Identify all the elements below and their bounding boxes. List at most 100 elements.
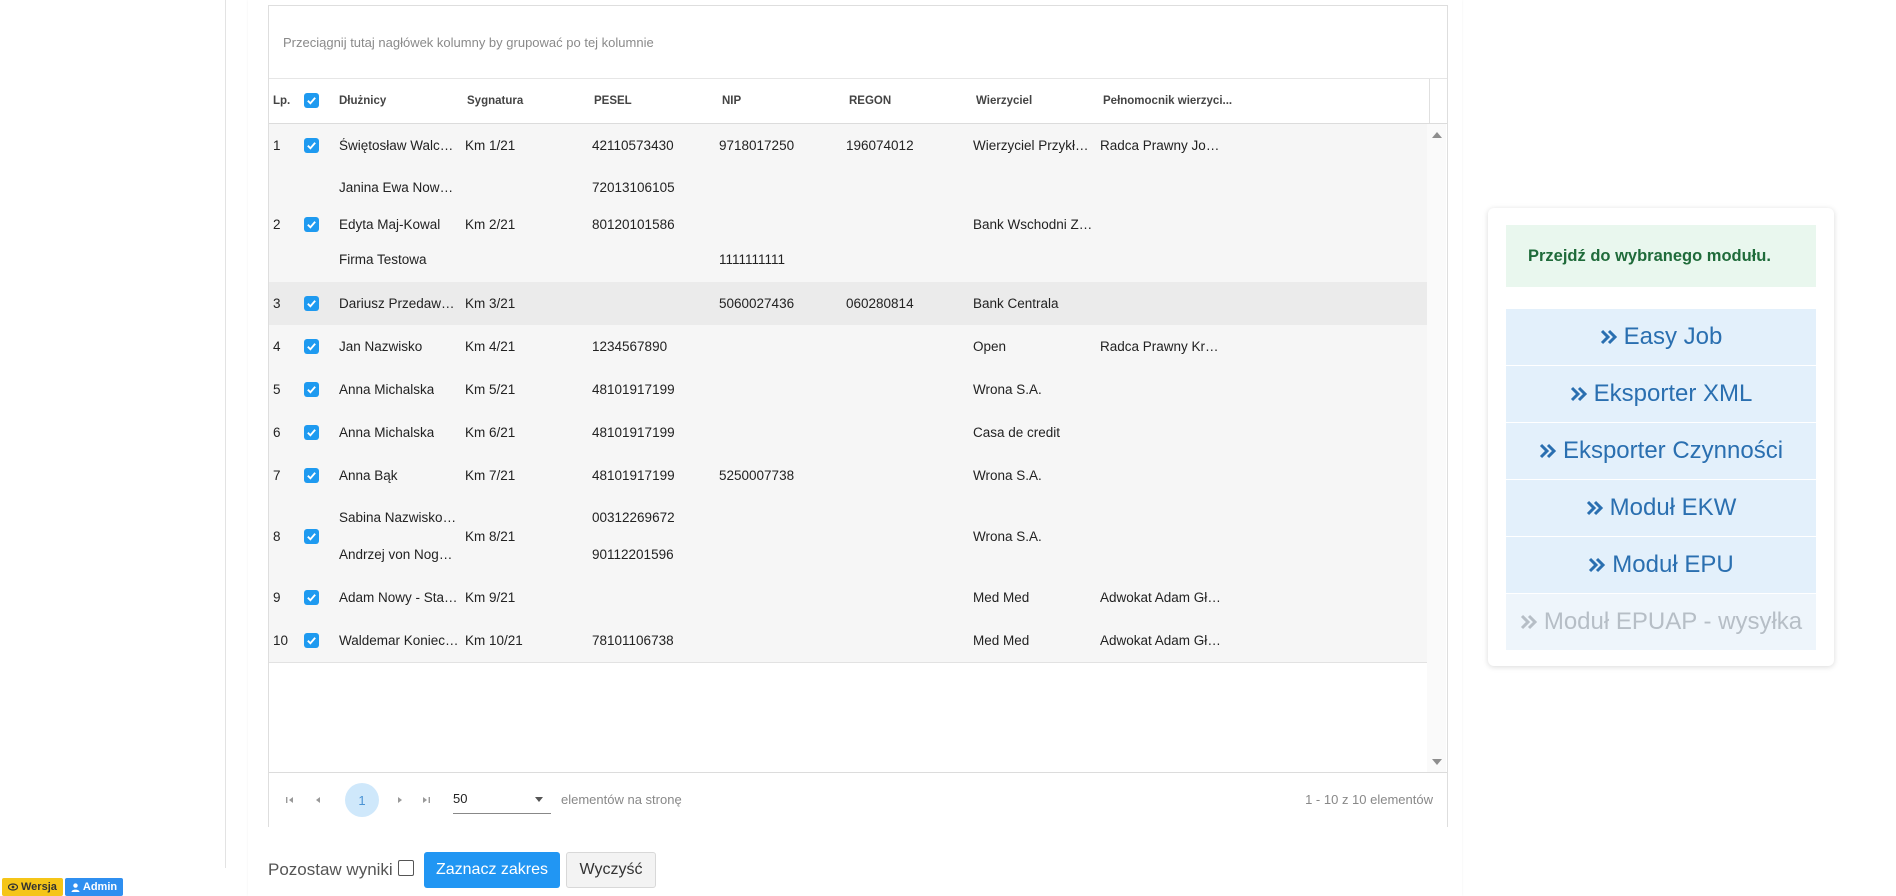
table-row[interactable]: 3 Dariusz Przedawnienie Km 3/21 5060027436 0… bbox=[269, 282, 1427, 326]
select-range-button[interactable]: Zaznacz zakres bbox=[424, 852, 560, 888]
cell-nip: 5250007738 bbox=[719, 467, 795, 483]
scroll-up-icon[interactable] bbox=[1432, 132, 1442, 138]
check-icon bbox=[307, 343, 316, 351]
table-row[interactable]: 10 Waldemar Konieczny Km 10/21 78101106738 M… bbox=[269, 619, 1427, 663]
clear-button[interactable]: Wyczyść bbox=[566, 852, 656, 888]
cell-debtor: Anna Michalska bbox=[339, 424, 435, 440]
cell-debtor: Janina Ewa Nowak (d.... bbox=[339, 180, 459, 195]
col-header-debtors[interactable]: Dłużnicy bbox=[339, 79, 386, 123]
cell-creditor: Med Med bbox=[973, 632, 1030, 648]
version-badge[interactable]: Wersja bbox=[2, 878, 63, 896]
double-chevron-right-icon bbox=[1586, 500, 1604, 516]
cell-regon: 196074012 bbox=[846, 137, 914, 153]
cell-signature: Km 2/21 bbox=[465, 216, 516, 232]
cell-pesel: 48101917199 bbox=[592, 381, 675, 397]
keep-results-label: Pozostaw wyniki bbox=[268, 860, 393, 879]
cell-signature: Km 9/21 bbox=[465, 589, 516, 605]
check-icon bbox=[307, 386, 316, 394]
row-checkbox[interactable] bbox=[304, 590, 319, 605]
page-size-value: 50 bbox=[453, 791, 468, 806]
cell-pesel: 1234567890 bbox=[592, 338, 668, 354]
check-icon bbox=[307, 594, 316, 602]
module-link[interactable]: Moduł EPU bbox=[1506, 537, 1816, 593]
col-header-attorney[interactable]: Pełnomocnik wierzyci... bbox=[1103, 79, 1232, 123]
cell-creditor: Bank Wschodni ZBK SA bbox=[973, 216, 1095, 232]
cell-lp: 3 bbox=[273, 295, 281, 311]
row-checkbox[interactable] bbox=[304, 296, 319, 311]
cell-signature: Km 8/21 bbox=[465, 528, 516, 544]
row-checkbox[interactable] bbox=[304, 382, 319, 397]
group-hint: Przeciągnij tutaj nagłówek kolumny by gr… bbox=[283, 34, 654, 50]
admin-badge-label: Admin bbox=[82, 881, 118, 893]
cell-creditor: Open bbox=[973, 338, 1007, 354]
cell-lp: 1 bbox=[273, 137, 281, 153]
check-icon bbox=[307, 142, 316, 150]
col-header-nip[interactable]: NIP bbox=[722, 79, 741, 123]
module-link: Moduł EPUAP - wysyłka bbox=[1506, 594, 1816, 650]
cell-creditor: Wrona S.A. bbox=[973, 528, 1042, 544]
row-checkbox[interactable] bbox=[304, 468, 319, 483]
col-header-signature[interactable]: Sygnatura bbox=[467, 79, 523, 123]
cell-creditor: Wrona S.A. bbox=[973, 467, 1042, 483]
module-link-label: Easy Job bbox=[1623, 323, 1723, 350]
group-drop-area[interactable]: Przeciągnij tutaj nagłówek kolumny by gr… bbox=[269, 6, 1447, 79]
table-row[interactable]: 4 Jan Nazwisko Km 4/21 1234567890 Open Radca … bbox=[269, 325, 1427, 369]
cell-lp: 5 bbox=[273, 381, 281, 397]
col-header-regon[interactable]: REGON bbox=[849, 79, 891, 123]
select-all-checkbox[interactable] bbox=[304, 93, 319, 108]
cell-attorney: Radca Prawny Joann... bbox=[1100, 137, 1222, 153]
sidebar-divider bbox=[225, 0, 226, 868]
module-link[interactable]: Easy Job bbox=[1506, 309, 1816, 365]
table-row[interactable]: 6 Anna Michalska Km 6/21 48101917199 Casa de… bbox=[269, 411, 1427, 455]
col-header-lp[interactable]: Lp. bbox=[273, 79, 290, 123]
cell-debtor: Andrzej von Nogaj-Le... bbox=[339, 547, 459, 562]
row-checkbox[interactable] bbox=[304, 633, 319, 648]
module-link[interactable]: Eksporter Czynności bbox=[1506, 423, 1816, 479]
grid-header: Lp. Dłużnicy Sygnatura PESEL NIP REGON W… bbox=[269, 79, 1447, 124]
cell-debtor: Jan Nazwisko bbox=[339, 338, 423, 354]
vertical-scrollbar[interactable] bbox=[1427, 124, 1446, 773]
first-page-icon[interactable] bbox=[281, 791, 299, 809]
page-size-select[interactable]: 50 bbox=[453, 787, 551, 814]
scroll-down-icon[interactable] bbox=[1432, 759, 1442, 765]
module-list: Easy Job Eksporter XML Eksporter Czynności… bbox=[1506, 309, 1816, 650]
last-page-icon[interactable] bbox=[417, 791, 435, 809]
check-icon bbox=[307, 300, 316, 308]
chevron-down-icon bbox=[535, 797, 543, 802]
col-header-pesel[interactable]: PESEL bbox=[594, 79, 632, 123]
next-page-icon[interactable] bbox=[391, 791, 409, 809]
cell-pesel: 72013106105 bbox=[592, 180, 675, 195]
double-chevron-right-icon bbox=[1539, 443, 1557, 459]
cell-debtor: Adam Nowy - Stary d. ... bbox=[339, 589, 459, 605]
table-row[interactable]: 7 Anna Bąk Km 7/21 48101917199 5250007738 Wro… bbox=[269, 454, 1427, 498]
col-header-creditor[interactable]: Wierzyciel bbox=[976, 79, 1032, 123]
row-checkbox[interactable] bbox=[304, 138, 319, 153]
next-page-icon-spacer bbox=[365, 791, 383, 809]
cell-regon: 060280814 bbox=[846, 295, 914, 311]
table-row[interactable]: 5 Anna Michalska Km 5/21 48101917199 Wrona S… bbox=[269, 368, 1427, 412]
row-checkbox[interactable] bbox=[304, 339, 319, 354]
prev-page-icon[interactable] bbox=[309, 791, 327, 809]
cell-signature: Km 1/21 bbox=[465, 137, 516, 153]
cell-creditor: Bank Centrala bbox=[973, 295, 1059, 311]
cell-pesel: 42110573430 bbox=[592, 137, 674, 153]
admin-badge[interactable]: Admin bbox=[64, 878, 124, 896]
row-checkbox[interactable] bbox=[304, 425, 319, 440]
keep-results-checkbox[interactable] bbox=[398, 860, 414, 876]
module-link[interactable]: Moduł EKW bbox=[1506, 480, 1816, 536]
module-link[interactable]: Eksporter XML bbox=[1506, 366, 1816, 422]
cell-signature: Km 7/21 bbox=[465, 467, 516, 483]
per-page-label: elementów na stronę bbox=[561, 792, 682, 807]
table-row[interactable]: 2 Janina Ewa Nowak (d.... Edyta Maj-Kowal F… bbox=[269, 167, 1427, 283]
table-row[interactable]: 8 Sabina Nazwiskowa d... Andrzej von Nogaj… bbox=[269, 497, 1427, 577]
cell-debtor: Anna Michalska bbox=[339, 381, 435, 397]
cell-signature: Km 10/21 bbox=[465, 632, 523, 648]
cell-lp: 10 bbox=[273, 632, 289, 648]
table-row[interactable]: 9 Adam Nowy - Stary d. ... Km 9/21 Med Med A… bbox=[269, 576, 1427, 620]
row-checkbox[interactable] bbox=[304, 217, 319, 232]
table-row[interactable]: 1 Świętosław Walczak Km 1/21 42110573430 971… bbox=[269, 124, 1427, 168]
double-chevron-right-icon bbox=[1570, 386, 1588, 402]
version-badge-label: Wersja bbox=[21, 881, 57, 893]
row-checkbox[interactable] bbox=[304, 529, 319, 544]
cell-attorney: Adwokat Adam Głowacki bbox=[1100, 632, 1222, 648]
